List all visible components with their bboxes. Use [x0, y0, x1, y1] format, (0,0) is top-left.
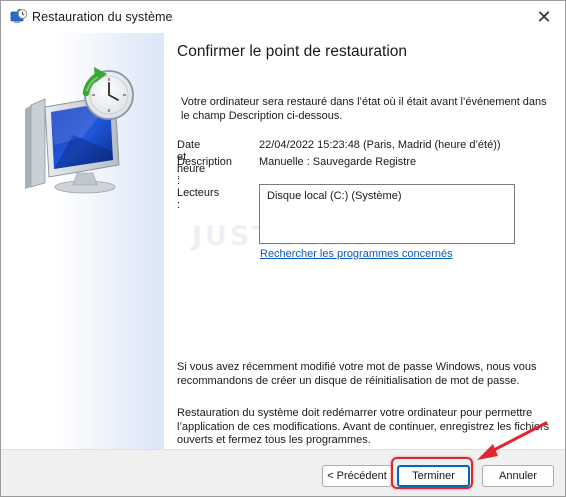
drives-label: Lecteurs : — [177, 187, 220, 211]
pointer-arrow-icon — [477, 421, 548, 460]
drives-list[interactable]: Disque local (C:) (Système) — [259, 184, 515, 244]
list-item[interactable]: Disque local (C:) (Système) — [267, 190, 507, 202]
content-pane: Confirmer le point de restauration Votre… — [164, 33, 565, 449]
title-bar: Restauration du système ✕ — [1, 1, 565, 33]
affected-programs-link[interactable]: Rechercher les programmes concernés — [260, 248, 453, 260]
description-label: Description : — [177, 156, 233, 180]
monitor-restore-clock-icon — [25, 67, 134, 194]
date-value: 22/04/2022 15:23:48 (Paris, Madrid (heur… — [259, 139, 501, 151]
previous-button[interactable]: < Précédent — [322, 465, 392, 487]
intro-text: Votre ordinateur sera restauré dans l’ét… — [181, 96, 547, 122]
system-restore-icon — [10, 8, 28, 23]
close-button[interactable]: ✕ — [529, 3, 559, 31]
window-title: Restauration du système — [32, 10, 173, 24]
description-value: Manuelle : Sauvegarde Registre — [259, 156, 417, 168]
illustration-pane — [1, 33, 164, 449]
close-icon: ✕ — [536, 6, 552, 27]
page-title: Confirmer le point de restauration — [177, 43, 408, 60]
password-note: Si vous avez récemment modifié votre mot… — [177, 361, 537, 387]
